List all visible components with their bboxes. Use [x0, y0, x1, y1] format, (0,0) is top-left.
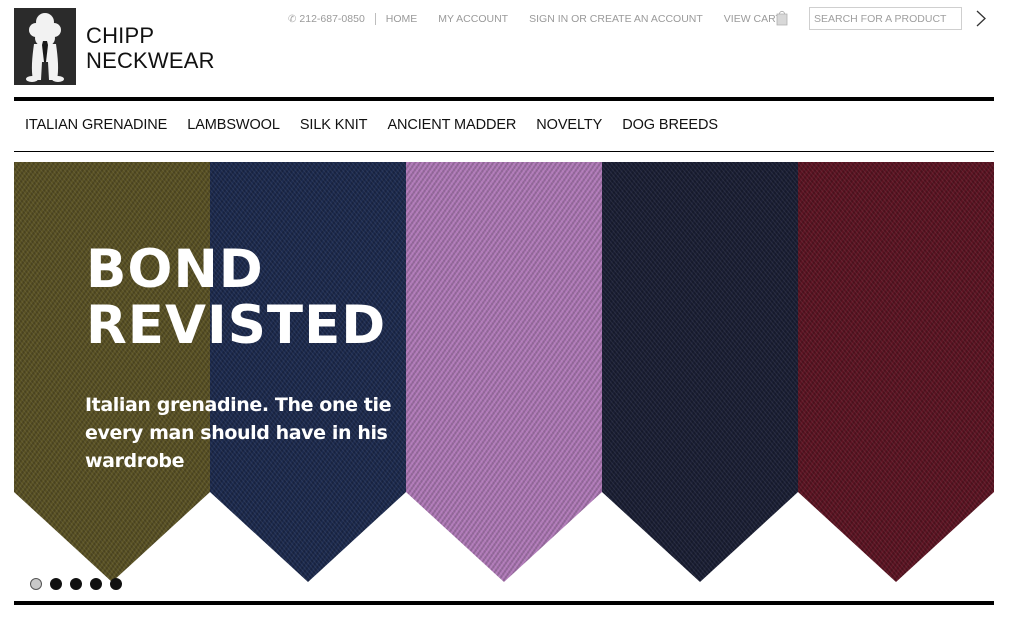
brand-line-2: NECKWEAR — [86, 48, 215, 73]
hero-banner[interactable]: BOND REVISTED Italian grenadine. The one… — [14, 162, 994, 591]
slide-dot-4[interactable] — [90, 578, 102, 590]
phone-icon: ✆ — [288, 13, 297, 25]
banner-subline: Italian grenadine. The one tie every man… — [85, 394, 392, 472]
brand-name[interactable]: CHIPP NECKWEAR — [86, 23, 215, 73]
nav-item-italian-grenadine[interactable]: ITALIAN GRENADINE — [25, 117, 167, 133]
logo[interactable] — [14, 8, 76, 85]
shopping-bag-icon[interactable] — [776, 9, 788, 26]
my-account-link[interactable]: MY ACCOUNT — [438, 13, 508, 25]
chevron-right-icon — [976, 10, 986, 27]
nav-item-novelty[interactable]: NOVELTY — [536, 117, 602, 133]
home-link[interactable]: HOME — [386, 13, 418, 25]
headline-line-1: BOND — [86, 239, 264, 300]
divider — [374, 13, 376, 25]
banner-headline: BOND REVISTED — [86, 242, 386, 354]
slide-dot-2[interactable] — [50, 578, 62, 590]
ties-image — [14, 162, 994, 591]
sign-in-link[interactable]: SIGN IN OR CREATE AN ACCOUNT — [529, 13, 703, 25]
utility-bar: ✆ 212-687-0850 HOME MY ACCOUNT SIGN IN O… — [288, 12, 782, 26]
brand-line-1: CHIPP — [86, 23, 155, 48]
header-divider — [14, 97, 994, 101]
poodle-logo-icon — [14, 8, 76, 85]
nav-divider — [14, 151, 994, 152]
slide-indicators — [30, 578, 130, 590]
search-input[interactable] — [809, 7, 962, 30]
footer-divider — [14, 601, 994, 605]
main-nav: ITALIAN GRENADINE LAMBSWOOL SILK KNIT AN… — [25, 117, 738, 133]
phone-number: ✆ 212-687-0850 — [288, 13, 365, 25]
nav-item-lambswool[interactable]: LAMBSWOOL — [187, 117, 280, 133]
slide-dot-5[interactable] — [110, 578, 122, 590]
slide-dot-3[interactable] — [70, 578, 82, 590]
headline-line-2: REVISTED — [86, 295, 387, 356]
slide-dot-1[interactable] — [30, 578, 42, 590]
view-cart-link[interactable]: VIEW CART — [724, 13, 782, 25]
search-submit-button[interactable] — [972, 8, 990, 29]
nav-item-dog-breeds[interactable]: DOG BREEDS — [622, 117, 718, 133]
nav-item-silk-knit[interactable]: SILK KNIT — [300, 117, 368, 133]
phone-text: 212-687-0850 — [299, 13, 365, 25]
nav-item-ancient-madder[interactable]: ANCIENT MADDER — [387, 117, 516, 133]
